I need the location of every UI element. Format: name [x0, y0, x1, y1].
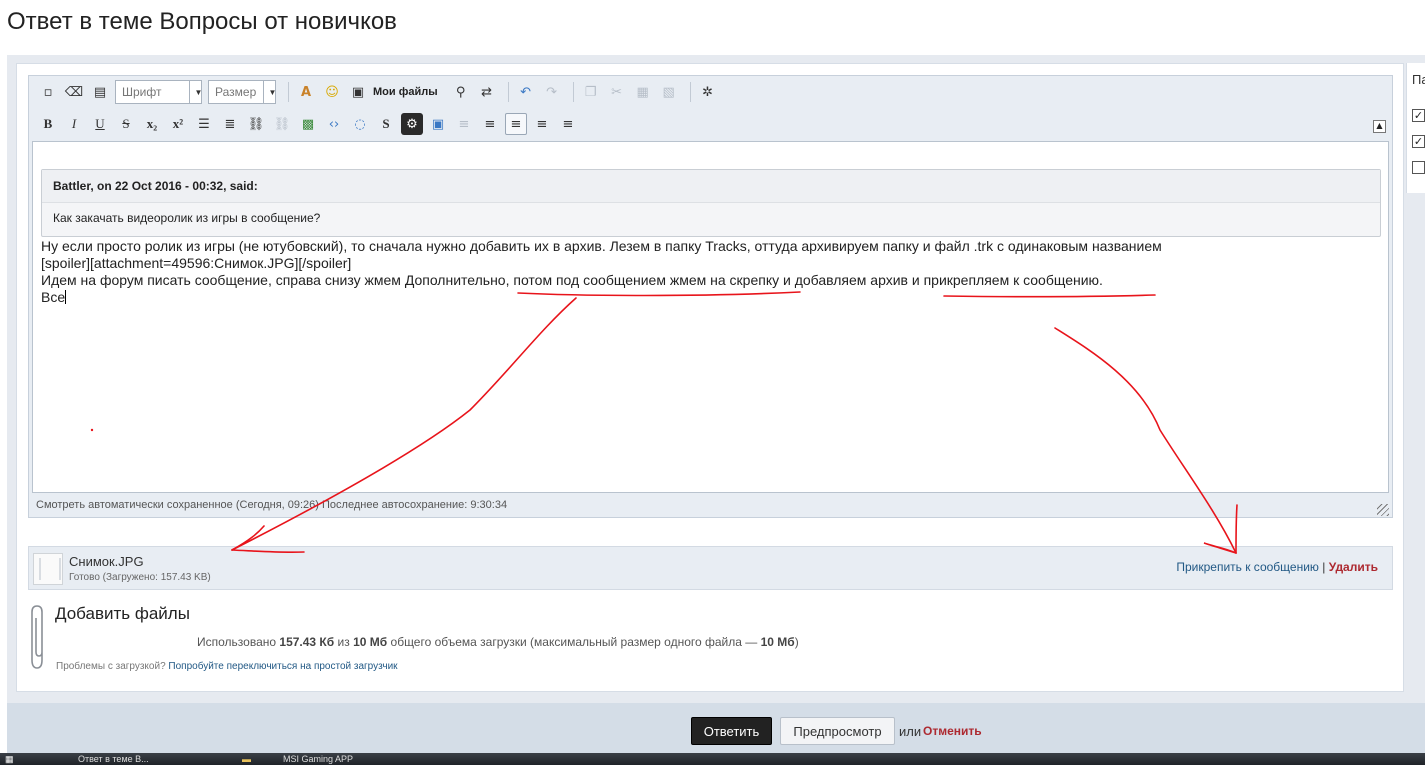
align-right-icon[interactable]: ≡ — [557, 113, 579, 135]
taskbar-item-msi[interactable]: MSI Gaming APP — [283, 754, 413, 765]
redo-icon[interactable]: ↷ — [541, 81, 563, 103]
post-line-3: Идем на форум писать сообщение, справа с… — [41, 272, 1103, 288]
rich-text-editor: ▫ ⌫ ▤ Шрифт ▼ Размер ▼ A ☺ ▣ Мои файлы ⚲… — [28, 75, 1393, 518]
code-icon[interactable]: ‹› — [323, 113, 345, 135]
attachment-row: Снимок.JPG Готово (Загружено: 157.43 KB)… — [28, 546, 1393, 590]
attachment-actions-separator: | — [1322, 560, 1326, 574]
font-size-placeholder: Размер — [215, 85, 257, 99]
spellcheck-icon[interactable]: ✲ — [697, 81, 719, 103]
usage-of: из — [337, 635, 350, 649]
cancel-link[interactable]: Отменить — [923, 724, 982, 738]
find-icon[interactable]: ⚲ — [450, 81, 472, 103]
quote-icon[interactable]: ◌ — [349, 113, 371, 135]
taskbar-item-browser[interactable]: Ответ в теме В... — [78, 754, 228, 765]
quote-header: Battler, on 22 Oct 2016 - 00:32, said: — [42, 170, 1380, 203]
font-family-select[interactable]: Шрифт ▼ — [115, 80, 202, 104]
side-options-panel: Па ✓ ✓ — [1406, 63, 1425, 193]
editor-toolbar-top: ▫ ⌫ ▤ Шрифт ▼ Размер ▼ A ☺ ▣ Мои файлы ⚲… — [37, 79, 723, 105]
align-center-icon[interactable]: ≡ — [531, 113, 553, 135]
italic-button[interactable]: I — [63, 113, 85, 135]
emoticon-icon[interactable]: ☺ — [321, 81, 343, 103]
usage-max-file: 10 Мб — [760, 635, 795, 649]
chevron-down-icon: ▼ — [263, 81, 276, 103]
add-files-title: Добавить файлы — [55, 604, 190, 623]
text-color-icon[interactable]: A — [295, 81, 317, 103]
preview-button[interactable]: Предпросмотр — [780, 717, 895, 745]
source-mode-icon[interactable]: ▫ — [37, 81, 59, 103]
align-left-icon[interactable]: ≡ — [505, 113, 527, 135]
underline-button[interactable]: U — [89, 113, 111, 135]
text-caret — [65, 290, 67, 304]
file-thumbnail-icon — [33, 553, 63, 585]
side-checkbox-2[interactable]: ✓ — [1412, 135, 1425, 148]
autosave-status[interactable]: Смотреть автоматически сохраненное (Сего… — [36, 499, 507, 511]
usage-total: 10 Мб — [353, 635, 388, 649]
toolbar-separator — [507, 82, 509, 102]
indent-icon[interactable]: ≡ — [479, 113, 501, 135]
embed-media-icon[interactable]: ▣ — [427, 113, 449, 135]
font-size-select[interactable]: Размер ▼ — [208, 80, 276, 104]
simple-uploader-link[interactable]: Попробуйте переключиться на простой загр… — [168, 661, 397, 672]
bullet-list-icon[interactable]: ☰ — [193, 113, 215, 135]
bold-button[interactable]: B — [37, 113, 59, 135]
page-title: Ответ в теме Вопросы от новичков — [7, 8, 397, 35]
upload-problems-text: Проблемы с загрузкой? — [56, 661, 166, 672]
delete-attachment-link[interactable]: Удалить — [1329, 560, 1378, 574]
usage-mid: общего объема загрузки (максимальный раз… — [390, 635, 758, 649]
or-label: или — [899, 724, 922, 739]
my-files-icon[interactable]: ▣ — [347, 81, 369, 103]
paste-text-icon[interactable]: ▤ — [89, 81, 111, 103]
attachment-actions: Прикрепить к сообщению | Удалить — [1176, 560, 1378, 574]
image-icon[interactable]: ▩ — [297, 113, 319, 135]
numbered-list-icon[interactable]: ≣ — [219, 113, 241, 135]
quote-block: Battler, on 22 Oct 2016 - 00:32, said: К… — [41, 169, 1381, 237]
unlink-icon[interactable]: ⛓ — [271, 113, 293, 135]
post-line-2: [spoiler][attachment=49596:Снимок.JPG][/… — [41, 255, 352, 271]
side-checkbox-1[interactable]: ✓ — [1412, 109, 1425, 122]
font-family-placeholder: Шрифт — [122, 85, 162, 99]
replace-icon[interactable]: ⇄ — [476, 81, 498, 103]
outdent-icon[interactable]: ≡ — [453, 113, 475, 135]
subscript-button[interactable]: x₂ — [141, 113, 163, 135]
steam-icon[interactable]: ⚙ — [401, 113, 423, 135]
post-content-area[interactable]: Battler, on 22 Oct 2016 - 00:32, said: К… — [32, 141, 1389, 493]
post-text: Ну если просто ролик из игры (не ютубовс… — [41, 238, 1381, 306]
eraser-icon[interactable]: ⌫ — [63, 81, 85, 103]
copy-icon[interactable]: ❐ — [580, 81, 602, 103]
editor-toolbar-bottom: B I U S x₂ x² ☰ ≣ ⛓ ⛓ ▩ ‹› ◌ S ⚙ ▣ ≡ ≡ ≡… — [37, 111, 583, 137]
cut-icon[interactable]: ✂ — [606, 81, 628, 103]
post-line-4: Все — [41, 289, 66, 305]
post-line-1: Ну если просто ролик из игры (не ютубовс… — [41, 238, 1162, 254]
paste-word-icon[interactable]: ▧ — [658, 81, 680, 103]
resize-handle-icon[interactable] — [1377, 504, 1389, 516]
chevron-down-icon: ▼ — [189, 81, 202, 103]
undo-icon[interactable]: ↶ — [515, 81, 537, 103]
paste-icon[interactable]: ▦ — [632, 81, 654, 103]
usage-end: ) — [794, 635, 799, 649]
usage-used: 157.43 Кб — [279, 635, 335, 649]
quote-body: Как закачать видеоролик из игры в сообще… — [53, 211, 321, 225]
attachment-file-name: Снимок.JPG — [69, 554, 144, 569]
os-taskbar: ▦ Ответ в теме В... ▬ MSI Gaming APP — [0, 753, 1425, 765]
link-icon[interactable]: ⛓ — [245, 113, 267, 135]
collapse-toolbar-icon[interactable]: ▲ — [1373, 120, 1386, 133]
spoiler-button[interactable]: S — [375, 113, 397, 135]
folder-icon[interactable]: ▬ — [242, 754, 262, 765]
attach-to-post-link[interactable]: Прикрепить к сообщению — [1176, 560, 1319, 574]
superscript-button[interactable]: x² — [167, 113, 189, 135]
side-options-title: Па — [1412, 72, 1425, 87]
upload-usage: Использовано 157.43 Кб из 10 Мб общего о… — [197, 635, 799, 649]
usage-prefix: Использовано — [197, 635, 277, 649]
side-checkbox-3[interactable] — [1412, 161, 1425, 174]
toolbar-separator — [572, 82, 574, 102]
toolbar-separator — [689, 82, 691, 102]
paperclip-icon — [31, 605, 43, 669]
toolbar-separator — [288, 82, 289, 102]
submit-reply-button[interactable]: Ответить — [691, 717, 772, 745]
strikethrough-button[interactable]: S — [115, 113, 137, 135]
upload-problems: Проблемы с загрузкой? Попробуйте переклю… — [56, 661, 398, 672]
start-icon[interactable]: ▦ — [5, 754, 25, 765]
my-files-button[interactable]: Мои файлы — [373, 86, 438, 98]
attachment-status: Готово (Загружено: 157.43 KB) — [69, 572, 211, 583]
